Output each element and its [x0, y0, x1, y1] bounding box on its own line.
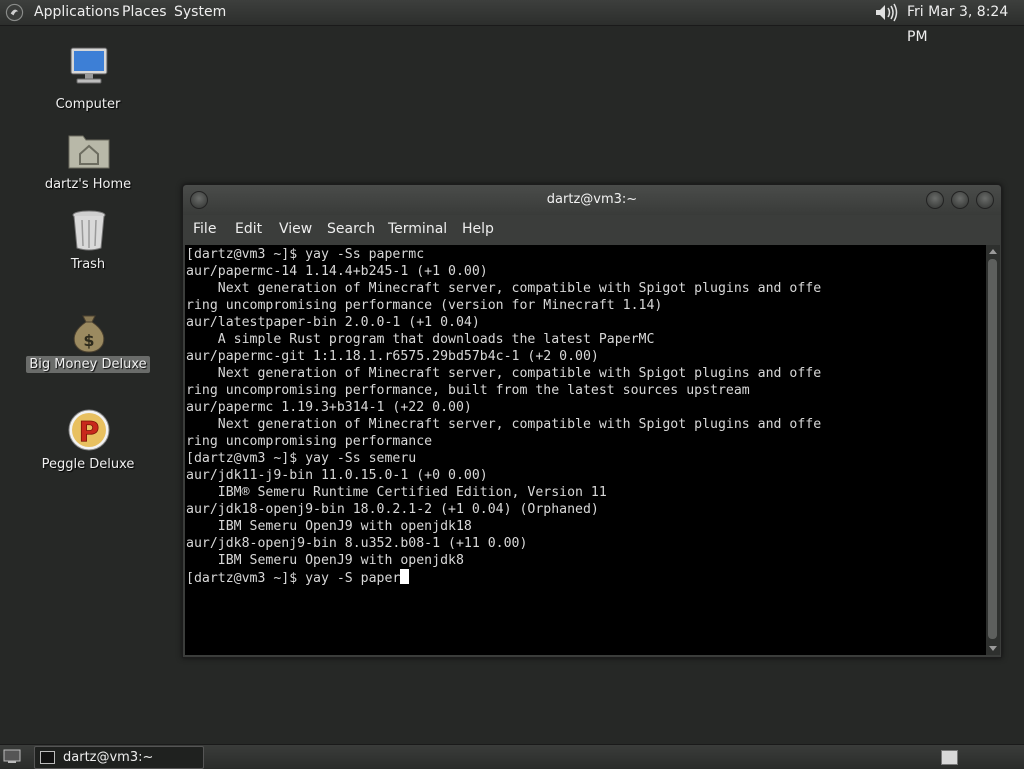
terminal-line: IBM Semeru OpenJ9 with openjdk18 — [217, 519, 472, 534]
terminal-text: [dartz@vm3 ~]$ yay -Ss papermc aur/paper… — [185, 245, 986, 587]
terminal-line: aur/latestpaper-bin 2.0.0-1 (+1 0.04) — [186, 315, 480, 330]
minimize-button[interactable] — [926, 191, 944, 209]
clock[interactable]: Fri Mar 3, 8:24 PM — [907, 0, 1024, 45]
volume-icon[interactable] — [874, 3, 900, 22]
window-title: dartz@vm3:~ — [546, 192, 638, 207]
terminal-output[interactable]: [dartz@vm3 ~]$ yay -Ss papermc aur/paper… — [185, 245, 986, 655]
desktop-icon-label: Computer — [55, 97, 121, 112]
menu-view[interactable]: View — [279, 215, 312, 243]
terminal-line: ring uncompromising performance — [186, 434, 433, 449]
top-panel: Applications Places System Fri Mar 3, 8:… — [0, 0, 1024, 45]
menu-file[interactable]: File — [193, 215, 216, 243]
terminal-line: Next generation of Minecraft server, com… — [217, 417, 822, 432]
menu-help[interactable]: Help — [462, 215, 494, 243]
menu-terminal[interactable]: Terminal — [388, 215, 447, 243]
peggle-icon: P — [68, 409, 110, 451]
terminal-line: A simple Rust program that downloads the… — [217, 332, 655, 347]
terminal-line: Next generation of Minecraft server, com… — [217, 366, 822, 381]
system-menu[interactable]: System — [174, 0, 226, 25]
desktop-icon-label: Big Money Deluxe — [23, 356, 153, 373]
desktop-icon-label: Trash — [70, 257, 106, 272]
svg-text:P: P — [79, 415, 100, 448]
terminal-line: IBM® Semeru Runtime Certified Edition, V… — [217, 485, 607, 500]
terminal-line: aur/jdk18-openj9-bin 18.0.2.1-2 (+1 0.04… — [186, 502, 599, 517]
terminal-prompt-line[interactable]: [dartz@vm3 ~]$ yay -S paper — [186, 571, 400, 586]
bottom-panel: dartz@vm3:~ — [0, 744, 1024, 769]
money-bag-icon: $ — [73, 315, 105, 353]
scroll-thumb[interactable] — [988, 259, 997, 639]
terminal-line: aur/papermc-git 1:1.18.1.r6575.29bd57b4c… — [186, 349, 599, 364]
terminal-line: aur/papermc-14 1.14.4+b245-1 (+1 0.00) — [186, 264, 488, 279]
svg-text:$: $ — [83, 331, 94, 350]
terminal-line: [dartz@vm3 ~]$ yay -Ss semeru — [186, 451, 417, 466]
taskbar-item-label: dartz@vm3:~ — [63, 750, 154, 765]
terminal-menubar: File Edit View Search Terminal Help — [183, 215, 1001, 243]
home-folder-icon — [68, 135, 110, 169]
gnome-foot-icon[interactable] — [5, 3, 24, 22]
terminal-line: aur/papermc 1.19.3+b314-1 (+22 0.00) — [186, 400, 472, 415]
terminal-scrollbar[interactable] — [986, 245, 1000, 655]
workspace-switcher[interactable] — [941, 750, 958, 765]
terminal-line: aur/jdk11-j9-bin 11.0.15.0-1 (+0 0.00) — [186, 468, 488, 483]
close-button[interactable] — [976, 191, 994, 209]
terminal-line: Next generation of Minecraft server, com… — [217, 281, 822, 296]
terminal-window: dartz@vm3:~ File Edit View Search Termin… — [182, 184, 1002, 658]
terminal-icon — [40, 751, 55, 764]
terminal-line: ring uncompromising performance, built f… — [186, 383, 750, 398]
maximize-button[interactable] — [951, 191, 969, 209]
menu-edit[interactable]: Edit — [235, 215, 262, 243]
terminal-cursor — [400, 569, 410, 584]
applications-menu[interactable]: Applications — [34, 0, 120, 25]
terminal-line: [dartz@vm3 ~]$ yay -Ss papermc — [186, 247, 425, 262]
terminal-line: IBM Semeru OpenJ9 with openjdk8 — [217, 553, 464, 568]
desktop-icon-label: dartz's Home — [44, 177, 132, 192]
trash-icon — [72, 210, 106, 251]
menu-search[interactable]: Search — [327, 215, 375, 243]
computer-icon — [70, 47, 108, 84]
window-titlebar[interactable]: dartz@vm3:~ — [183, 185, 1001, 215]
desktop-icon-label: Peggle Deluxe — [41, 457, 135, 472]
show-desktop-icon[interactable] — [3, 749, 21, 764]
taskbar-item-terminal[interactable]: dartz@vm3:~ — [34, 746, 204, 769]
places-menu[interactable]: Places — [122, 0, 167, 25]
terminal-line: ring uncompromising performance (version… — [186, 298, 663, 313]
terminal-line: aur/jdk8-openj9-bin 8.u352.b08-1 (+11 0.… — [186, 536, 528, 551]
scroll-up-arrow-icon[interactable] — [989, 249, 997, 254]
scroll-down-arrow-icon[interactable] — [989, 646, 997, 651]
